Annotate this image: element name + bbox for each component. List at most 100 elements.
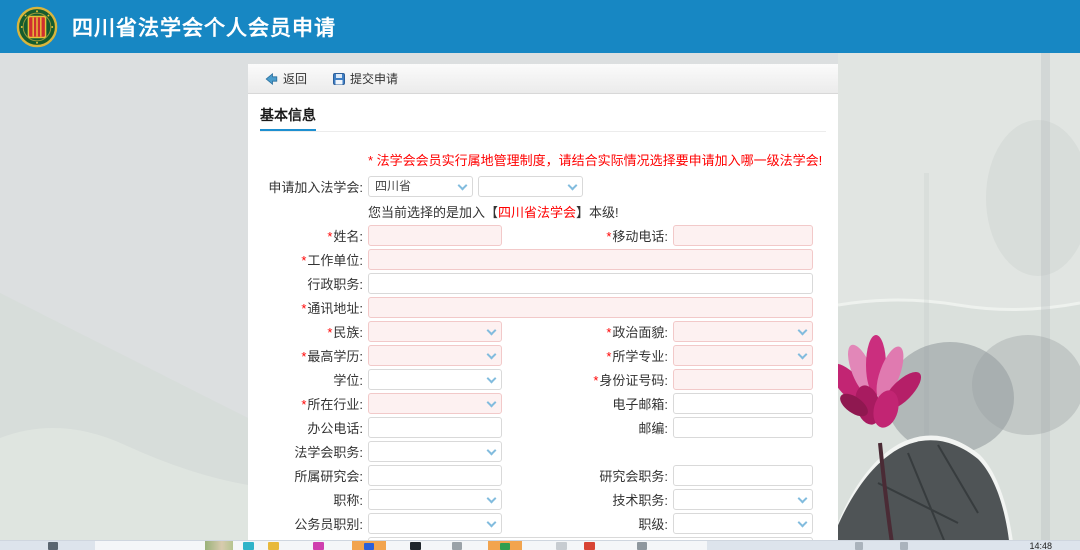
screen: 四川省法学会个人会员申请 返回 提交申请 基本信息 * 法学会会员实行属地管理制… [0,0,1080,550]
taskbar-app-region [95,541,707,550]
input-field[interactable] [368,249,813,270]
required-marker: * [327,325,332,340]
select-field[interactable] [368,513,502,534]
select-field[interactable] [368,369,502,390]
text-input[interactable] [369,418,501,437]
jurisdiction-notice: * 法学会会员实行属地管理制度，请结合实际情况选择要申请加入哪一级法学会! [368,150,838,169]
required-marker: * [606,229,611,244]
submit-button-label: 提交申请 [350,70,398,87]
app-icon [364,543,374,550]
input-field[interactable] [368,417,502,438]
chevron-down-icon [487,446,497,456]
field-label-left: *民族: [248,322,368,341]
field-label-right: *身份证号码: [502,370,673,389]
selected-society-name: 四川省法学会 [498,205,576,220]
select-field[interactable] [673,489,813,510]
select-field[interactable] [368,393,502,414]
form-row: 行政职务: [248,273,838,294]
input-field[interactable] [368,297,813,318]
form-row: *民族: *政治面貌: [248,321,838,342]
back-arrow-icon [264,73,278,85]
os-taskbar[interactable]: 14:48 [0,540,1080,550]
save-disk-icon [333,73,345,85]
form-rows: *姓名:*移动电话:*工作单位:行政职务:*通讯地址:*民族:*政治面貌:*最高… [248,225,838,550]
form-row: *最高学历:*所学专业: [248,345,838,366]
background-hills-left [0,53,248,550]
chevron-down-icon [798,494,808,504]
text-input[interactable] [369,250,812,269]
select-field[interactable] [673,513,813,534]
section-header: 基本信息 [260,105,826,132]
province-select-value: 四川省 [369,177,472,196]
input-field[interactable] [673,465,813,486]
input-field[interactable] [368,465,502,486]
back-button[interactable]: 返回 [260,67,311,90]
select-field[interactable] [673,345,813,366]
sub-level-select[interactable] [478,176,583,197]
taskbar-active-app[interactable] [352,541,386,550]
taskbar-app-icon[interactable] [268,542,279,550]
taskbar-active-app[interactable] [488,541,522,550]
taskbar-app-icon[interactable] [855,542,863,550]
taskbar-app-icon[interactable] [584,542,595,550]
field-label-left: *所在行业: [248,394,368,413]
taskbar-app-icon[interactable] [243,542,254,550]
text-input[interactable] [674,466,812,485]
text-input[interactable] [369,466,501,485]
text-input[interactable] [674,418,812,437]
back-button-label: 返回 [283,70,307,87]
chevron-down-icon [568,181,578,191]
field-label-right: *政治面貌: [502,322,673,341]
select-field[interactable] [368,489,502,510]
field-label-left: *工作单位: [248,250,368,269]
form-row: 公务员职别:职级: [248,513,838,534]
input-field[interactable] [673,225,813,246]
taskbar-app-icon[interactable] [637,542,647,550]
field-label-right: 电子邮箱: [502,394,673,413]
taskbar-app-icon[interactable] [410,542,421,550]
text-input[interactable] [674,370,812,389]
chevron-down-icon [798,350,808,360]
field-label-left: 申请加入法学会: [248,177,368,196]
province-select[interactable]: 四川省 [368,176,473,197]
taskbar-app-icon[interactable] [452,542,462,550]
field-label-left: 学位: [248,370,368,389]
field-label-left: 公务员职别: [248,514,368,533]
field-label-left: 办公电话: [248,418,368,437]
text-input[interactable] [369,274,812,293]
input-field[interactable] [673,369,813,390]
background-lotus-right [838,53,1080,550]
text-input[interactable] [674,226,812,245]
submit-application-button[interactable]: 提交申请 [329,67,402,90]
text-input[interactable] [369,298,812,317]
field-label-left: *最高学历: [248,346,368,365]
input-field[interactable] [368,225,502,246]
field-label-left: 法学会职务: [248,442,368,461]
form-row: *所在行业: 电子邮箱: [248,393,838,414]
taskbar-photo-icon[interactable] [205,541,233,550]
select-field[interactable] [368,321,502,342]
input-field[interactable] [368,273,813,294]
taskbar-app-icon[interactable] [900,542,908,550]
join-society-row: 申请加入法学会: 四川省 [248,176,838,197]
field-label-left: *姓名: [248,226,368,245]
field-label-right: *移动电话: [502,226,673,245]
form-row: *工作单位: [248,249,838,270]
input-field[interactable] [673,417,813,438]
text-input[interactable] [369,226,501,245]
select-field[interactable] [673,321,813,342]
taskbar-app-icon[interactable] [556,542,567,550]
required-marker: * [301,349,306,364]
form-row: 法学会职务: [248,441,838,462]
input-field[interactable] [673,393,813,414]
taskbar-app-icon[interactable] [313,542,324,550]
taskbar-clock[interactable]: 14:48 [1029,541,1052,550]
form-row: 职称:技术职务: [248,489,838,510]
section-title: 基本信息 [260,105,316,131]
taskbar-app-icon[interactable] [48,542,58,550]
app-icon [500,543,510,550]
text-input[interactable] [674,394,812,413]
select-field[interactable] [368,345,502,366]
required-marker: * [593,373,598,388]
select-field[interactable] [368,441,502,462]
